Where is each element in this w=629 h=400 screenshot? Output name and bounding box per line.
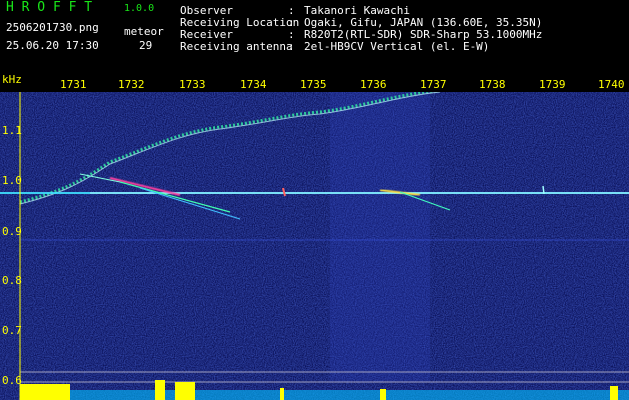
noise-texture [0,92,629,400]
x-tick: 1739 [539,78,566,91]
y-tick: 0.8 [2,274,22,287]
x-tick: 1732 [118,78,145,91]
antenna-sep: : [288,40,295,53]
noise-band [330,92,430,382]
x-tick: 1731 [60,78,87,91]
y-tick: 0.6 [2,374,22,387]
level-bar [610,386,618,400]
x-tick: 1736 [360,78,387,91]
x-tick: 1735 [300,78,327,91]
unit-label: kHz [2,73,22,86]
y-tick: 1.1 [2,124,22,137]
level-bar [175,382,195,400]
file-name: 2506201730.png [6,21,99,34]
antenna-value: 2el-HB9CV Vertical (el. E-W) [304,40,490,53]
level-base [20,390,629,400]
meteor-count: 29 [139,39,153,52]
meteor-spectrogram-window: { "header": { "app_title": "H R O F F T"… [0,0,629,400]
x-tick: 1738 [479,78,506,91]
y-tick: 1.0 [2,174,22,187]
app-title: H R O F F T [6,0,93,15]
antenna-label: Receiving antenna [180,40,293,53]
x-tick: 1740 [598,78,625,91]
level-bar [380,389,386,400]
x-tick: 1734 [240,78,267,91]
meteor-label: meteor [124,25,164,38]
y-tick: 0.9 [2,225,22,238]
meteor-echo [542,185,545,195]
x-tick: 1737 [420,78,447,91]
y-tick: 0.7 [2,324,22,337]
level-bar [20,384,70,400]
spectrogram [0,92,629,400]
level-bar [155,380,165,400]
app-version: 1.0.0 [124,3,155,14]
date-time: 25.06.20 17:30 [6,39,99,52]
x-tick: 1733 [179,78,206,91]
level-bar [280,388,284,400]
